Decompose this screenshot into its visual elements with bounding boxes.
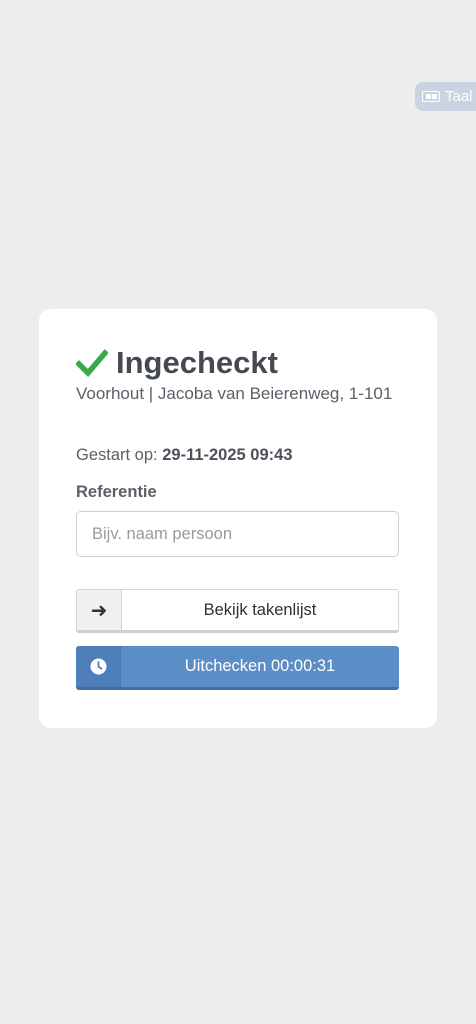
language-icon [422,91,440,102]
language-button[interactable]: Taal [415,82,476,111]
reference-input[interactable] [76,511,399,557]
started-value: 29-11-2025 09:43 [162,446,293,464]
status-header: Ingecheckt [76,345,278,381]
location-address: Voorhout | Jacoba van Beierenweg, 1-101 [76,384,393,403]
reference-label: Referentie [76,483,157,501]
view-tasklist-button[interactable]: ➜ Bekijk takenlijst [76,589,399,633]
started-at: Gestart op: 29-11-2025 09:43 [76,446,293,465]
checkin-card: Ingecheckt Voorhout | Jacoba van Beieren… [39,309,437,728]
language-label: Taal [445,88,473,105]
checkout-label: Uitchecken 00:00:31 [184,657,336,675]
view-tasklist-label: Bekijk takenlijst [203,600,317,619]
clock-icon [76,646,121,687]
status-title: Ingecheckt [116,345,278,380]
started-label: Gestart op: [76,446,158,464]
arrow-right-icon: ➜ [77,590,122,630]
checkout-button[interactable]: Uitchecken 00:00:31 [76,646,399,690]
checkmark-icon [76,349,108,377]
